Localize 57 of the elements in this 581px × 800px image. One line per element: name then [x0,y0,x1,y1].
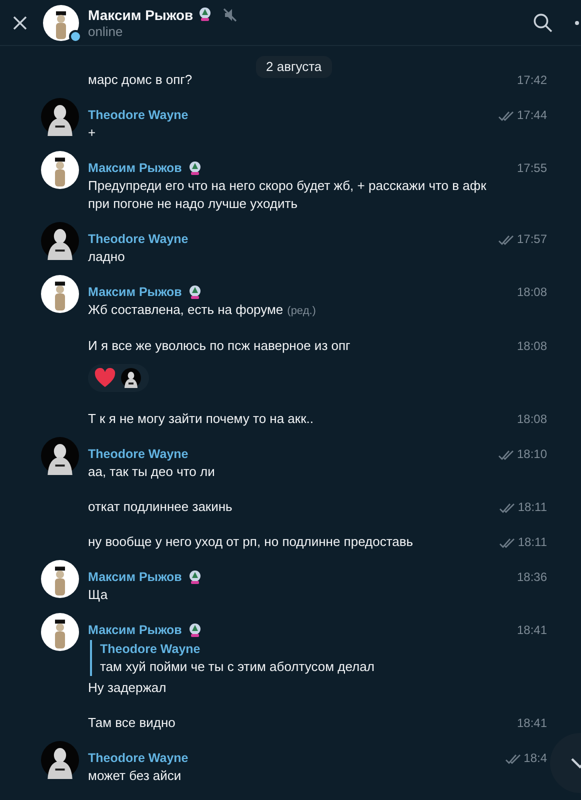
author-name[interactable]: Максим Рыжов [88,623,182,637]
timestamp: 18:36 [516,569,547,585]
message-text: Предупреди его что на него скоро будет жб, + расскажи что в афк при погоне не надо лучше уходить [88,178,486,211]
search-icon[interactable] [533,12,553,32]
avatar[interactable] [41,98,79,136]
reply-author: Theodore Wayne [100,641,202,658]
author-name[interactable]: Theodore Wayne [88,751,188,765]
timestamp: 18:08 [516,411,547,427]
avatar[interactable] [41,560,79,598]
author-name[interactable]: Theodore Wayne [88,447,188,461]
timestamp: 18:41 [516,622,547,638]
message-text: Ну задержал [88,680,166,695]
avatar[interactable] [41,613,79,651]
reply-quote[interactable]: Theodore Wayne там хуй пойми че ты с этим аболтусом делал [90,640,507,676]
message-text: ладно [88,249,125,264]
timestamp: 17:42 [516,72,547,88]
timestamp: 17:55 [516,160,547,176]
message-text: марс домс в опг? [88,72,192,87]
message-text: И я все же уволюсь по псж наверное из опг [88,338,350,353]
avatar[interactable] [41,741,79,779]
author-name[interactable]: Theodore Wayne [88,232,188,246]
edited-label: (ред.) [287,305,316,317]
message-text: аа, так ты део что ли [88,464,215,479]
timestamp: 18:08 [516,338,547,354]
avatar[interactable] [41,437,79,475]
reaction-chip[interactable] [88,364,149,392]
timestamp: 18:10 [516,446,547,462]
reply-text: там хуй пойми че ты с этим аболтусом делал [100,658,376,676]
timestamp: 17:44 [516,107,547,123]
message-text: Ща [88,587,108,602]
message-text: ну вообще у него уход от рп, но подлинне предоставь [88,534,414,549]
timestamp: 18:08 [516,284,547,300]
timestamp: 18:11 [518,499,547,515]
message-text: Там все видно [88,715,176,730]
author-name[interactable]: Максим Рыжов [88,285,182,299]
message-text: Т к я не могу зайти почему то на акк.. [88,411,314,426]
date-badge: 2 августа [256,56,332,78]
author-name[interactable]: Максим Рыжов [88,161,182,175]
chat-title: Максим Рыжов [88,6,194,24]
avatar[interactable] [41,222,79,260]
reactor-avatar[interactable] [121,368,141,388]
close-icon[interactable] [13,16,27,30]
timestamp: 18:11 [518,534,547,550]
avatar[interactable] [43,4,79,40]
timestamp: 18:41 [516,715,547,731]
author-name[interactable]: Максим Рыжов [88,570,182,584]
timestamp: 18:4 [524,750,547,766]
author-name[interactable]: Theodore Wayne [88,108,188,122]
timestamp: 17:57 [516,231,547,247]
avatar[interactable] [41,275,79,313]
message-text: + [88,125,96,140]
message-text: Жб составлена, есть на форуме [88,302,284,317]
avatar[interactable] [41,151,79,189]
message-text: откат подлиннее закинь [88,499,232,514]
heart-icon [94,368,116,388]
message-text: может без айси [88,768,182,783]
status-text: online [88,24,124,40]
